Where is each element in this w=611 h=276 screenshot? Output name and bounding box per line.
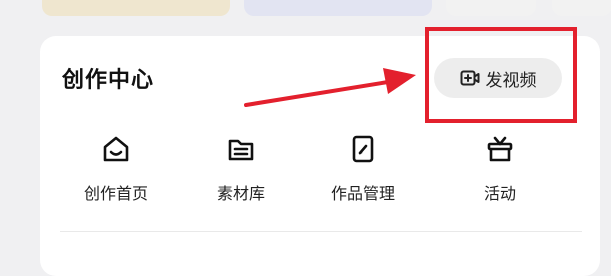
shortcut-works-management[interactable]: 作品管理 xyxy=(308,134,418,224)
divider xyxy=(60,231,582,232)
shortcut-creator-home[interactable]: 创作首页 xyxy=(61,134,171,224)
gift-icon xyxy=(485,134,515,164)
panel-title: 创作中心 xyxy=(62,68,155,93)
shortcut-material-library[interactable]: 素材库 xyxy=(186,134,296,224)
top-card[interactable] xyxy=(552,0,611,16)
highlight-box xyxy=(425,27,577,123)
top-card[interactable] xyxy=(42,0,230,16)
shortcut-activities[interactable]: 活动 xyxy=(445,134,555,224)
top-cards-strip xyxy=(0,0,611,24)
home-icon xyxy=(101,134,131,164)
shortcut-label: 作品管理 xyxy=(330,184,395,203)
edit-icon xyxy=(348,134,378,164)
shortcut-grid: 创作首页 素材库 作品管理 活动 xyxy=(40,134,600,224)
top-card[interactable] xyxy=(446,0,536,16)
folder-icon xyxy=(226,134,256,164)
shortcut-label: 素材库 xyxy=(216,184,265,203)
shortcut-label: 活动 xyxy=(483,184,516,203)
top-card[interactable] xyxy=(244,0,432,16)
shortcut-label: 创作首页 xyxy=(83,184,148,203)
